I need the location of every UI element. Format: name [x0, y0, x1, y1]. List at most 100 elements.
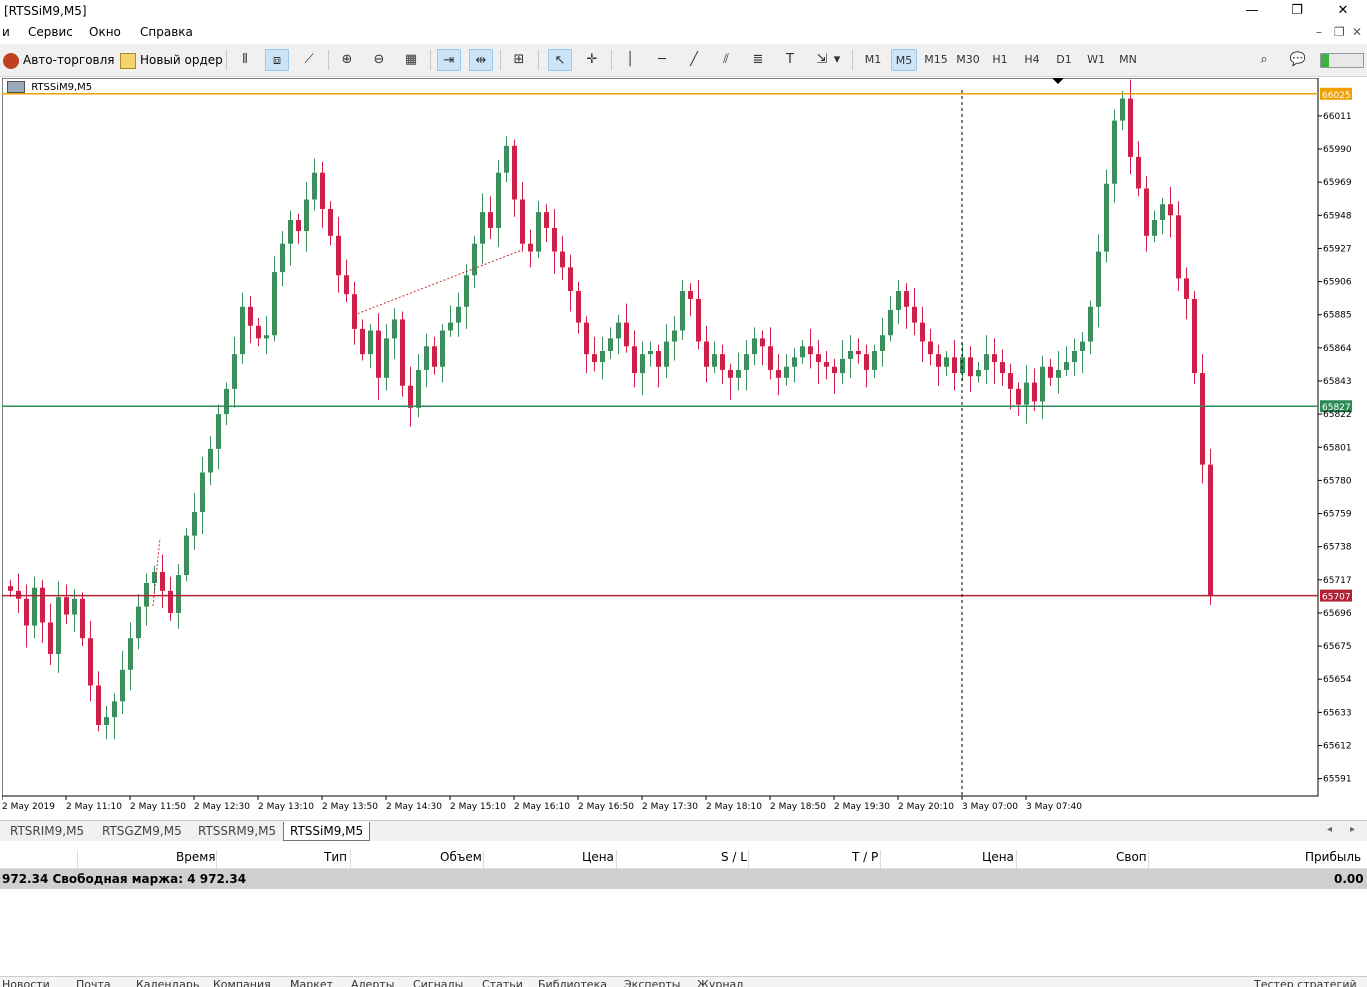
- window-title: [RTSSiM9,M5]: [4, 4, 87, 18]
- price-tick-label: 65801: [1323, 443, 1352, 453]
- equidistant-channel-icon[interactable]: ⫽: [714, 49, 738, 71]
- candle-body: [424, 346, 429, 370]
- candle-body: [608, 338, 613, 351]
- candle-body: [576, 291, 581, 323]
- candle-body: [768, 346, 773, 370]
- candle-body: [376, 330, 381, 378]
- autotrade-button[interactable]: Авто-торговля: [3, 48, 115, 72]
- scroll-right-icon[interactable]: ▸: [1350, 824, 1355, 835]
- candle-body: [536, 212, 541, 252]
- candle-body: [936, 354, 941, 367]
- candle-body: [272, 272, 277, 336]
- timeframe-m15[interactable]: M15: [923, 49, 949, 71]
- timeframe-m1[interactable]: M1: [860, 49, 886, 71]
- col-swap[interactable]: Своп: [1116, 850, 1147, 864]
- chat-icon[interactable]: 💬: [1286, 49, 1310, 71]
- fibonacci-icon[interactable]: ≣: [746, 49, 770, 71]
- vertical-line-icon[interactable]: │: [618, 49, 642, 71]
- timeframe-d1[interactable]: D1: [1051, 49, 1077, 71]
- timeframe-mn[interactable]: MN: [1115, 49, 1141, 71]
- candle-body: [984, 354, 989, 370]
- candle-body: [200, 472, 205, 512]
- symbol-tab[interactable]: RTSSRM9,M5: [192, 822, 282, 840]
- col-tp[interactable]: T / P: [852, 850, 878, 864]
- chevron-down-icon[interactable]: ▾: [830, 49, 844, 71]
- horizontal-line-icon[interactable]: ─: [650, 49, 674, 71]
- minimize-button[interactable]: —: [1239, 2, 1265, 20]
- zoom-out-icon[interactable]: ⊖: [367, 49, 391, 71]
- toolbox-tabs: Новости Почта Календарь Компания Маркет …: [0, 976, 1367, 987]
- col-price[interactable]: Цена: [582, 850, 614, 864]
- new-order-button[interactable]: Новый ордер: [120, 48, 223, 72]
- candle-body: [1208, 464, 1213, 596]
- candle-body: [120, 669, 125, 702]
- time-tick-label: 3 May 07:40: [1026, 802, 1082, 812]
- menu-item-help[interactable]: Справка: [140, 25, 193, 39]
- candle-body: [1056, 369, 1061, 378]
- balance-text: 972.34 Свободная маржа: 4 972.34: [2, 872, 247, 886]
- menu-item-tools[interactable]: и: [2, 25, 10, 39]
- col-time[interactable]: Время: [176, 850, 216, 864]
- candle-body: [232, 354, 237, 389]
- candle-body: [728, 369, 733, 378]
- menu-item-window[interactable]: Окно: [89, 25, 121, 39]
- mdi-minimize-icon[interactable]: –: [1316, 25, 1322, 39]
- close-button[interactable]: ✕: [1330, 2, 1356, 20]
- title-bar: [RTSSiM9,M5] — ❐ ✕: [0, 0, 1367, 22]
- candle-body: [504, 145, 509, 173]
- candle-body: [752, 338, 757, 355]
- candle-body: [904, 291, 909, 307]
- candle-body: [712, 354, 717, 367]
- tile-windows-icon[interactable]: ▦: [399, 49, 423, 71]
- scroll-left-icon[interactable]: ◂: [1327, 824, 1332, 835]
- candle-body: [872, 350, 877, 370]
- search-icon[interactable]: ⌕: [1252, 49, 1276, 71]
- col-profit[interactable]: Прибыль: [1305, 850, 1361, 864]
- symbol-tab[interactable]: RTSGZM9,M5: [96, 822, 188, 840]
- timeframe-w1[interactable]: W1: [1083, 49, 1109, 71]
- autoscroll-icon[interactable]: ⇥: [437, 49, 461, 71]
- line-chart-icon[interactable]: ⟋: [297, 49, 321, 71]
- candle-body: [744, 354, 749, 370]
- indicators-icon[interactable]: ⊞: [507, 49, 531, 71]
- candle-body: [880, 335, 885, 351]
- candle-body: [280, 243, 285, 273]
- time-tick-label: 2 May 13:50: [322, 802, 378, 812]
- col-volume[interactable]: Объем: [440, 850, 482, 864]
- cursor-icon[interactable]: ↖: [548, 49, 572, 71]
- chart-window[interactable]: 66025 65827 65707 66011 65990 65969 65948 6592…: [2, 78, 1366, 816]
- price-tick-label: 65759: [1323, 510, 1352, 520]
- robot-icon: [3, 52, 19, 69]
- chart-shift-icon[interactable]: ⇹: [469, 49, 493, 71]
- symbol-tab[interactable]: RTSRIM9,M5: [4, 822, 90, 840]
- candle-body: [1080, 341, 1085, 351]
- mdi-restore-icon[interactable]: ❐: [1334, 25, 1345, 39]
- menu-item-service[interactable]: Сервис: [28, 25, 73, 39]
- crosshair-icon[interactable]: ✛: [580, 49, 604, 71]
- candle-body: [448, 322, 453, 331]
- restore-button[interactable]: ❐: [1284, 2, 1310, 20]
- candle-body: [96, 685, 101, 725]
- timeframe-h4[interactable]: H4: [1019, 49, 1045, 71]
- text-icon[interactable]: T: [778, 49, 802, 71]
- symbol-tab-active[interactable]: RTSSiM9,M5: [283, 822, 371, 841]
- candle-body: [496, 172, 501, 228]
- timeframe-m30[interactable]: M30: [955, 49, 981, 71]
- timeframe-m5[interactable]: M5: [891, 49, 917, 71]
- col-current-price[interactable]: Цена: [982, 850, 1014, 864]
- price-tick-label: 65780: [1323, 476, 1352, 486]
- candlestick-chart-icon[interactable]: ⧈: [265, 49, 289, 71]
- candle-body: [1024, 382, 1029, 405]
- mdi-close-icon[interactable]: ✕: [1352, 25, 1362, 39]
- col-sl[interactable]: S / L: [721, 850, 747, 864]
- candle-body: [64, 597, 69, 615]
- candle-body: [720, 354, 725, 370]
- bar-chart-icon[interactable]: ⫴: [233, 49, 257, 71]
- col-type[interactable]: Тип: [324, 850, 347, 864]
- price-chart[interactable]: 660256582765707 660116599065969659486592…: [2, 78, 1366, 816]
- candle-body: [680, 291, 685, 331]
- timeframe-h1[interactable]: H1: [987, 49, 1013, 71]
- trendline-icon[interactable]: ╱: [682, 49, 706, 71]
- zoom-in-icon[interactable]: ⊕: [335, 49, 359, 71]
- candle-body: [784, 366, 789, 378]
